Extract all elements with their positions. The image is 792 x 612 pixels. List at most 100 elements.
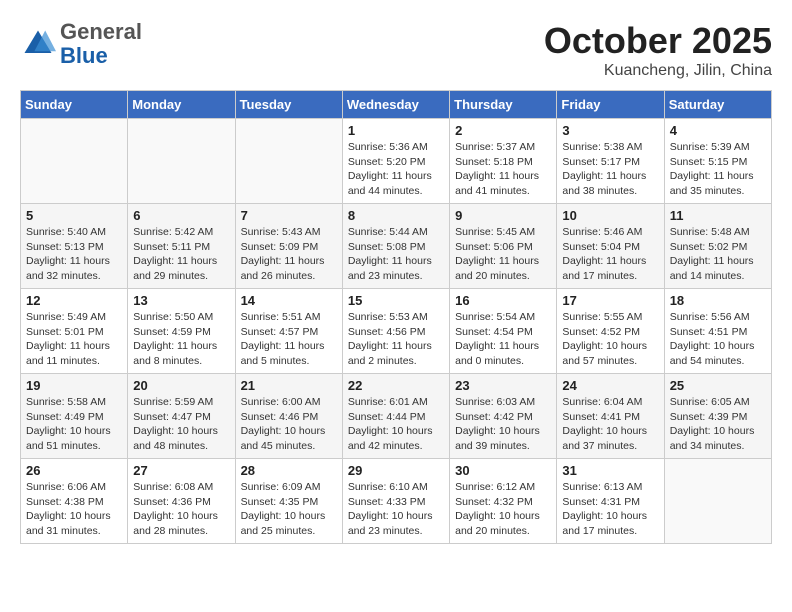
day-number: 4	[670, 123, 766, 138]
sunset-label: Sunset: 4:36 PM	[133, 496, 211, 508]
daylight-label: Daylight: 11 hours and 38 minutes.	[562, 170, 646, 197]
sunrise-label: Sunrise: 6:03 AM	[455, 396, 535, 408]
sunrise-label: Sunrise: 5:54 AM	[455, 311, 535, 323]
calendar-week-row: 12 Sunrise: 5:49 AM Sunset: 5:01 PM Dayl…	[21, 289, 772, 374]
day-info: Sunrise: 5:56 AM Sunset: 4:51 PM Dayligh…	[670, 310, 766, 369]
day-number: 26	[26, 463, 122, 478]
calendar-cell: 25 Sunrise: 6:05 AM Sunset: 4:39 PM Dayl…	[664, 374, 771, 459]
calendar-cell: 17 Sunrise: 5:55 AM Sunset: 4:52 PM Dayl…	[557, 289, 664, 374]
sunset-label: Sunset: 5:02 PM	[670, 241, 748, 253]
calendar-cell: 1 Sunrise: 5:36 AM Sunset: 5:20 PM Dayli…	[342, 119, 449, 204]
sunrise-label: Sunrise: 5:44 AM	[348, 226, 428, 238]
daylight-label: Daylight: 10 hours and 20 minutes.	[455, 510, 540, 537]
sunrise-label: Sunrise: 5:56 AM	[670, 311, 750, 323]
daylight-label: Daylight: 10 hours and 25 minutes.	[241, 510, 326, 537]
calendar-cell: 24 Sunrise: 6:04 AM Sunset: 4:41 PM Dayl…	[557, 374, 664, 459]
daylight-label: Daylight: 11 hours and 29 minutes.	[133, 255, 217, 282]
day-number: 7	[241, 208, 337, 223]
day-number: 18	[670, 293, 766, 308]
sunrise-label: Sunrise: 6:00 AM	[241, 396, 321, 408]
logo: General Blue	[20, 20, 142, 68]
day-info: Sunrise: 5:37 AM Sunset: 5:18 PM Dayligh…	[455, 140, 551, 199]
calendar-cell: 16 Sunrise: 5:54 AM Sunset: 4:54 PM Dayl…	[450, 289, 557, 374]
calendar-cell: 13 Sunrise: 5:50 AM Sunset: 4:59 PM Dayl…	[128, 289, 235, 374]
weekday-header: Thursday	[450, 91, 557, 119]
day-number: 1	[348, 123, 444, 138]
daylight-label: Daylight: 10 hours and 45 minutes.	[241, 425, 326, 452]
sunrise-label: Sunrise: 6:08 AM	[133, 481, 213, 493]
calendar-week-row: 1 Sunrise: 5:36 AM Sunset: 5:20 PM Dayli…	[21, 119, 772, 204]
calendar-cell: 14 Sunrise: 5:51 AM Sunset: 4:57 PM Dayl…	[235, 289, 342, 374]
sunset-label: Sunset: 5:20 PM	[348, 156, 426, 168]
day-number: 17	[562, 293, 658, 308]
sunrise-label: Sunrise: 5:38 AM	[562, 141, 642, 153]
day-number: 15	[348, 293, 444, 308]
weekday-header: Friday	[557, 91, 664, 119]
day-number: 16	[455, 293, 551, 308]
weekday-header: Sunday	[21, 91, 128, 119]
day-info: Sunrise: 6:06 AM Sunset: 4:38 PM Dayligh…	[26, 480, 122, 539]
calendar-cell	[664, 459, 771, 544]
day-info: Sunrise: 5:54 AM Sunset: 4:54 PM Dayligh…	[455, 310, 551, 369]
sunrise-label: Sunrise: 6:04 AM	[562, 396, 642, 408]
sunset-label: Sunset: 4:39 PM	[670, 411, 748, 423]
calendar-cell: 26 Sunrise: 6:06 AM Sunset: 4:38 PM Dayl…	[21, 459, 128, 544]
sunset-label: Sunset: 5:11 PM	[133, 241, 210, 253]
sunrise-label: Sunrise: 5:45 AM	[455, 226, 535, 238]
sunset-label: Sunset: 5:18 PM	[455, 156, 533, 168]
sunset-label: Sunset: 4:46 PM	[241, 411, 319, 423]
daylight-label: Daylight: 10 hours and 31 minutes.	[26, 510, 111, 537]
day-info: Sunrise: 6:09 AM Sunset: 4:35 PM Dayligh…	[241, 480, 337, 539]
calendar-cell: 3 Sunrise: 5:38 AM Sunset: 5:17 PM Dayli…	[557, 119, 664, 204]
sunset-label: Sunset: 5:04 PM	[562, 241, 640, 253]
day-info: Sunrise: 6:12 AM Sunset: 4:32 PM Dayligh…	[455, 480, 551, 539]
day-number: 24	[562, 378, 658, 393]
daylight-label: Daylight: 11 hours and 23 minutes.	[348, 255, 432, 282]
day-info: Sunrise: 6:00 AM Sunset: 4:46 PM Dayligh…	[241, 395, 337, 454]
day-info: Sunrise: 5:45 AM Sunset: 5:06 PM Dayligh…	[455, 225, 551, 284]
day-info: Sunrise: 5:44 AM Sunset: 5:08 PM Dayligh…	[348, 225, 444, 284]
sunset-label: Sunset: 4:44 PM	[348, 411, 426, 423]
sunset-label: Sunset: 4:54 PM	[455, 326, 533, 338]
daylight-label: Daylight: 11 hours and 14 minutes.	[670, 255, 754, 282]
day-info: Sunrise: 5:48 AM Sunset: 5:02 PM Dayligh…	[670, 225, 766, 284]
weekday-header: Tuesday	[235, 91, 342, 119]
day-number: 2	[455, 123, 551, 138]
calendar-cell: 10 Sunrise: 5:46 AM Sunset: 5:04 PM Dayl…	[557, 204, 664, 289]
daylight-label: Daylight: 10 hours and 37 minutes.	[562, 425, 647, 452]
daylight-label: Daylight: 11 hours and 41 minutes.	[455, 170, 539, 197]
calendar-cell: 29 Sunrise: 6:10 AM Sunset: 4:33 PM Dayl…	[342, 459, 449, 544]
sunset-label: Sunset: 4:59 PM	[133, 326, 211, 338]
day-info: Sunrise: 6:08 AM Sunset: 4:36 PM Dayligh…	[133, 480, 229, 539]
day-number: 14	[241, 293, 337, 308]
daylight-label: Daylight: 11 hours and 0 minutes.	[455, 340, 539, 367]
day-info: Sunrise: 5:55 AM Sunset: 4:52 PM Dayligh…	[562, 310, 658, 369]
sunrise-label: Sunrise: 5:59 AM	[133, 396, 213, 408]
day-info: Sunrise: 5:39 AM Sunset: 5:15 PM Dayligh…	[670, 140, 766, 199]
day-number: 11	[670, 208, 766, 223]
sunset-label: Sunset: 5:15 PM	[670, 156, 748, 168]
day-info: Sunrise: 5:59 AM Sunset: 4:47 PM Dayligh…	[133, 395, 229, 454]
sunset-label: Sunset: 4:56 PM	[348, 326, 426, 338]
logo-text: General Blue	[60, 20, 142, 68]
day-number: 8	[348, 208, 444, 223]
sunset-label: Sunset: 5:08 PM	[348, 241, 426, 253]
logo-icon	[20, 26, 56, 62]
calendar-cell: 27 Sunrise: 6:08 AM Sunset: 4:36 PM Dayl…	[128, 459, 235, 544]
day-number: 6	[133, 208, 229, 223]
sunset-label: Sunset: 4:57 PM	[241, 326, 319, 338]
sunrise-label: Sunrise: 5:48 AM	[670, 226, 750, 238]
calendar-cell: 11 Sunrise: 5:48 AM Sunset: 5:02 PM Dayl…	[664, 204, 771, 289]
weekday-header: Wednesday	[342, 91, 449, 119]
calendar-cell: 18 Sunrise: 5:56 AM Sunset: 4:51 PM Dayl…	[664, 289, 771, 374]
sunrise-label: Sunrise: 5:37 AM	[455, 141, 535, 153]
day-info: Sunrise: 5:58 AM Sunset: 4:49 PM Dayligh…	[26, 395, 122, 454]
sunrise-label: Sunrise: 6:05 AM	[670, 396, 750, 408]
daylight-label: Daylight: 11 hours and 2 minutes.	[348, 340, 432, 367]
calendar-cell: 31 Sunrise: 6:13 AM Sunset: 4:31 PM Dayl…	[557, 459, 664, 544]
sunset-label: Sunset: 5:17 PM	[562, 156, 640, 168]
day-info: Sunrise: 6:13 AM Sunset: 4:31 PM Dayligh…	[562, 480, 658, 539]
daylight-label: Daylight: 11 hours and 35 minutes.	[670, 170, 754, 197]
sunset-label: Sunset: 4:35 PM	[241, 496, 319, 508]
day-number: 20	[133, 378, 229, 393]
